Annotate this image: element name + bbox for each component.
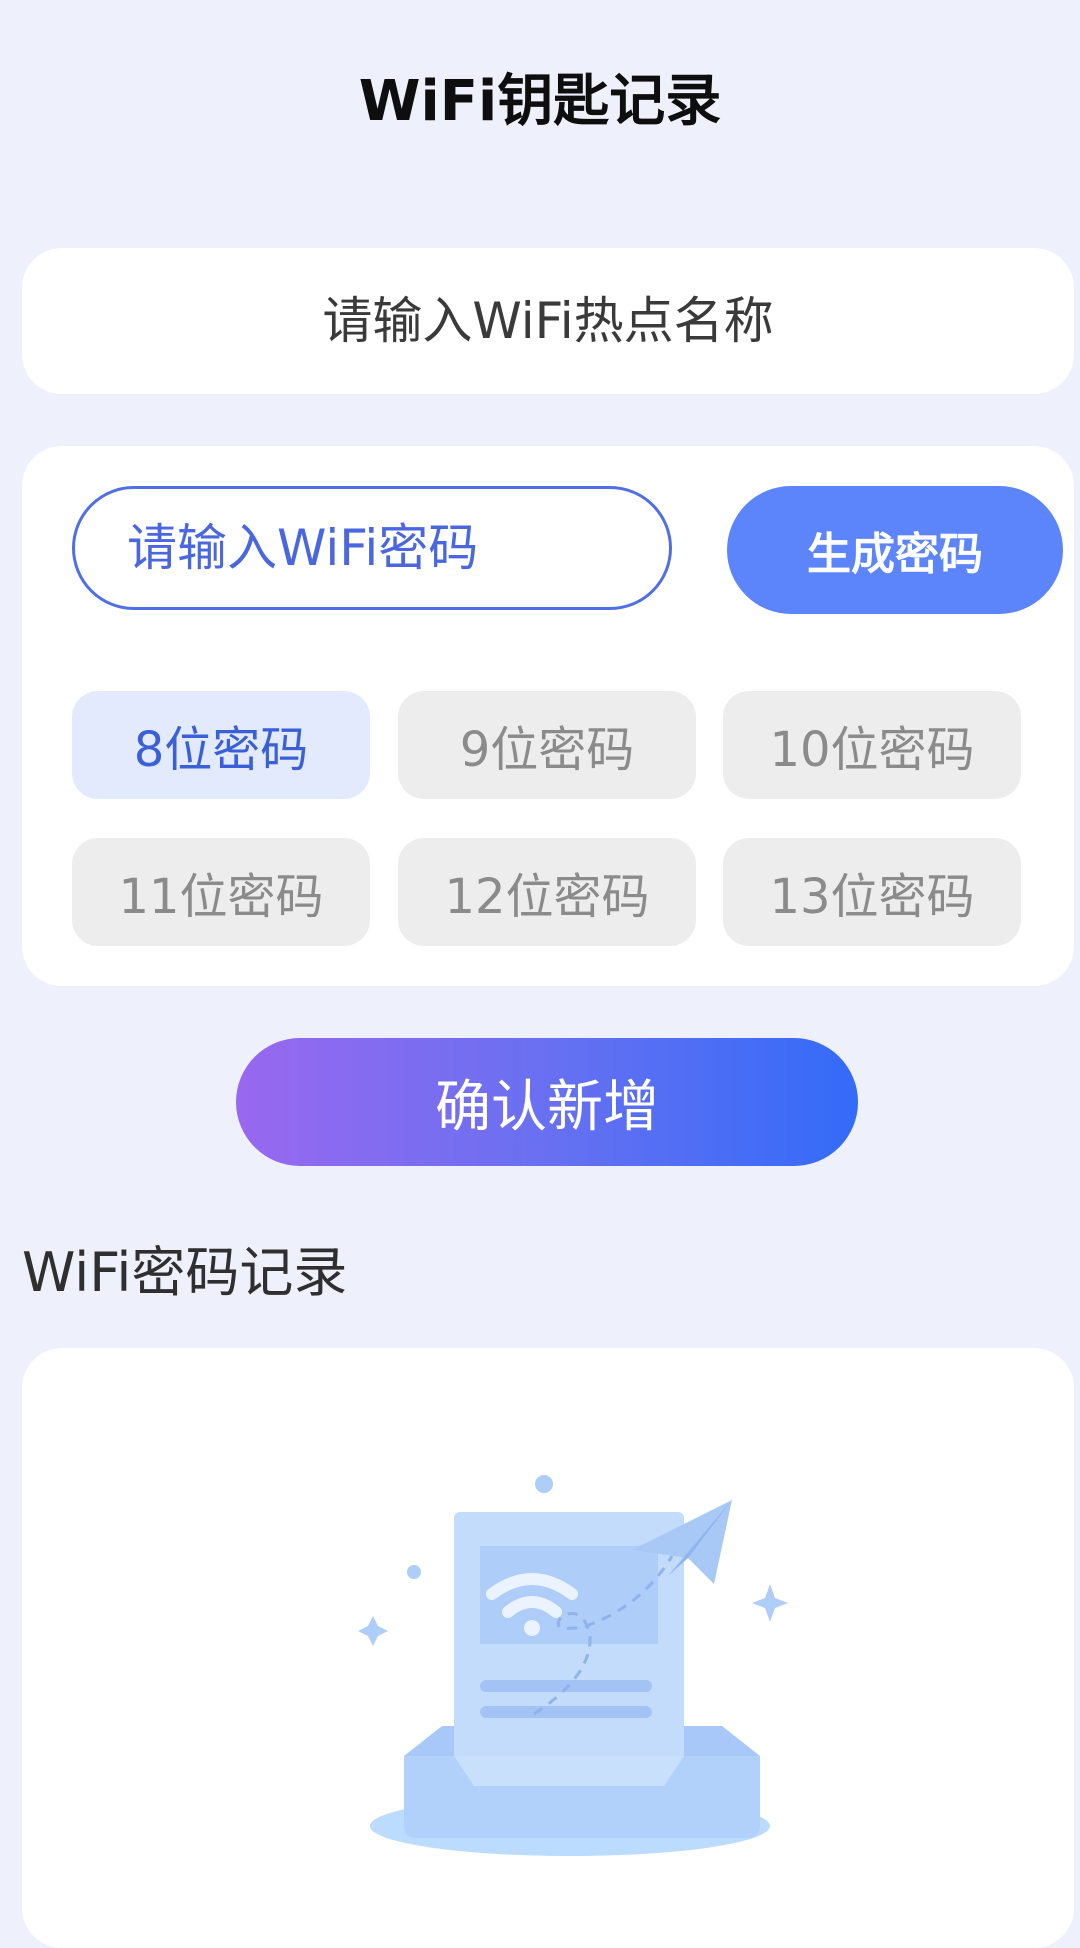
password-card: 生成密码 8位密码 9位密码 10位密码 11位密码 12位密码 13位密码	[22, 446, 1074, 986]
records-section-title: WiFi密码记录	[22, 1241, 348, 1304]
length-option-8[interactable]: 8位密码	[72, 691, 370, 799]
length-option-11[interactable]: 11位密码	[72, 838, 370, 946]
records-card	[22, 1348, 1074, 1948]
password-input[interactable]	[125, 518, 669, 578]
length-option-13[interactable]: 13位密码	[723, 838, 1021, 946]
hotspot-name-card	[22, 248, 1074, 394]
password-field[interactable]	[72, 486, 672, 610]
generate-password-button[interactable]: 生成密码	[727, 486, 1063, 614]
empty-inbox-wifi-icon	[358, 1475, 788, 1856]
length-option-10[interactable]: 10位密码	[723, 691, 1021, 799]
length-option-12[interactable]: 12位密码	[398, 838, 696, 946]
length-option-9[interactable]: 9位密码	[398, 691, 696, 799]
hotspot-name-input[interactable]	[22, 291, 1074, 351]
page-title: WiFi钥匙记录	[358, 69, 722, 134]
confirm-add-button[interactable]: 确认新增	[236, 1038, 858, 1166]
